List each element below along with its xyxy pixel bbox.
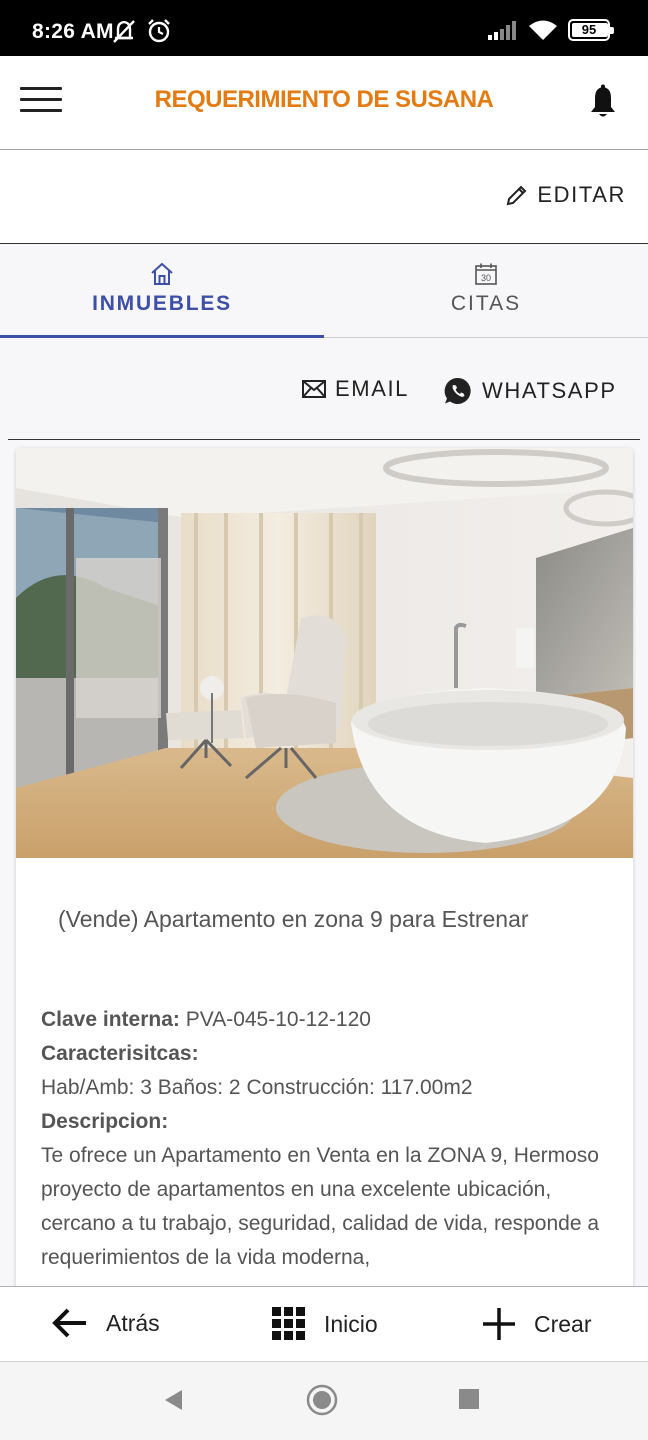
system-nav-bar — [0, 1362, 648, 1440]
calendar-icon: 30 — [475, 263, 497, 285]
svg-text:30: 30 — [481, 273, 491, 283]
app-bar: REQUERIMIENTO DE SUSANA — [0, 56, 648, 150]
signal-icon — [488, 21, 516, 40]
back-label: Atrás — [106, 1309, 160, 1336]
tab-label: CITAS — [450, 292, 522, 315]
arrow-left-icon — [52, 1308, 86, 1338]
email-button[interactable]: EMAIL — [302, 376, 409, 402]
clave-label: Clave interna: — [41, 1008, 180, 1031]
home-button[interactable]: Inicio — [272, 1307, 378, 1341]
email-label: EMAIL — [335, 376, 410, 401]
bottom-nav: Atrás Inicio Crear — [0, 1286, 648, 1362]
descripcion-value: Te ofrece un Apartamento en Venta en la … — [41, 1144, 600, 1269]
descripcion-row: Descripcion: — [41, 1105, 621, 1139]
grid-icon — [272, 1307, 305, 1340]
tab-citas[interactable]: 30 CITAS — [324, 244, 648, 337]
whatsapp-icon — [444, 377, 471, 404]
wifi-icon — [529, 20, 557, 40]
clave-value: PVA-045-10-12-120 — [185, 1008, 371, 1031]
descripcion-label: Descripcion: — [41, 1110, 169, 1133]
menu-button[interactable] — [20, 87, 62, 117]
status-time: 8:26 AM — [32, 20, 114, 43]
system-home-icon[interactable] — [306, 1384, 338, 1416]
home-icon — [151, 262, 173, 285]
create-label: Crear — [534, 1310, 592, 1337]
create-button[interactable]: Crear — [482, 1307, 592, 1341]
edit-row: EDITAR — [0, 150, 648, 244]
edit-button[interactable]: EDITAR — [505, 182, 626, 208]
mute-icon — [113, 20, 135, 43]
menu-icon-line — [20, 98, 62, 101]
tab-bar: INMUEBLES 30 CITAS — [0, 244, 648, 338]
system-back-icon[interactable] — [162, 1388, 184, 1412]
contact-actions: EMAIL WHATSAPP — [0, 338, 648, 440]
property-photo[interactable] — [16, 448, 633, 858]
caracteristicas-label: Caracterisitcas: — [41, 1042, 199, 1065]
menu-icon-line — [20, 109, 62, 112]
property-card[interactable]: (Vende) Apartamento en zona 9 para Estre… — [16, 448, 633, 1286]
plus-icon — [483, 1308, 515, 1340]
tab-label: INMUEBLES — [92, 292, 232, 315]
pencil-icon — [507, 185, 527, 206]
whatsapp-label: WHATSAPP — [482, 378, 617, 403]
edit-label: EDITAR — [537, 182, 626, 207]
property-list: (Vende) Apartamento en zona 9 para Estre… — [0, 440, 648, 1286]
page-title: REQUERIMIENTO DE SUSANA — [154, 86, 494, 113]
battery-level: 95 — [581, 22, 597, 37]
bell-icon[interactable] — [586, 84, 620, 120]
status-bar: 8:26 AM 95 — [0, 0, 648, 56]
caracteristicas-row: Caracterisitcas: — [41, 1037, 621, 1071]
menu-icon-line — [20, 87, 62, 90]
battery-icon: 95 — [568, 19, 614, 41]
alarm-icon — [148, 19, 170, 43]
property-details: Clave interna: PVA-045-10-12-120 Caracte… — [41, 1003, 621, 1275]
whatsapp-button[interactable]: WHATSAPP — [443, 376, 617, 406]
tab-inmuebles[interactable]: INMUEBLES — [0, 244, 324, 338]
caracteristicas-value: Hab/Amb: 3 Baños: 2 Construcción: 117.00… — [41, 1076, 473, 1099]
clave-row: Clave interna: PVA-045-10-12-120 — [41, 1003, 621, 1037]
home-label: Inicio — [324, 1310, 378, 1337]
back-button[interactable]: Atrás — [52, 1307, 160, 1339]
system-recents-icon[interactable] — [458, 1388, 480, 1410]
property-title: (Vende) Apartamento en zona 9 para Estre… — [58, 906, 529, 932]
email-icon — [302, 380, 326, 398]
